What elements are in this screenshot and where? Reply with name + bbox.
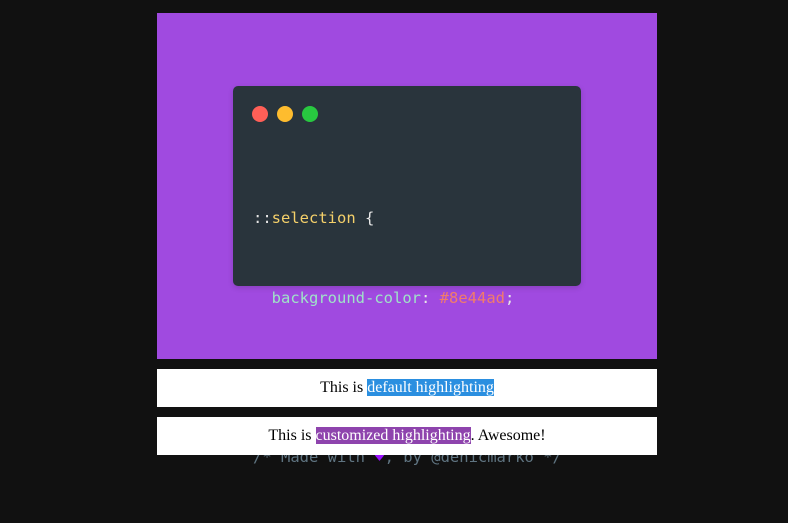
css-property: background-color xyxy=(271,288,421,307)
code-window: ::selection { background-color: #8e44ad;… xyxy=(233,86,581,467)
demo-suffix: . Awesome! xyxy=(470,427,546,444)
default-highlight-text[interactable]: default highlighting xyxy=(367,379,494,396)
semicolon: ; xyxy=(504,288,515,307)
close-dot-icon xyxy=(252,106,268,122)
demo-prefix: This is xyxy=(268,427,316,444)
code-line-1: ::selection { xyxy=(253,205,562,232)
default-highlight-demo: This is default highlighting xyxy=(157,369,657,407)
open-brace: { xyxy=(355,209,375,227)
code-snippet: ::selection { background-color: #8e44ad;… xyxy=(253,152,562,523)
custom-highlight-demo: This is customized highlighting. Awesome… xyxy=(157,417,657,455)
pseudo-prefix: :: xyxy=(253,209,272,227)
code-line-2: background-color: #8e44ad; xyxy=(253,285,562,312)
maximize-dot-icon xyxy=(302,106,318,122)
custom-highlight-text[interactable]: customized highlighting xyxy=(315,427,471,444)
selector-name: selection xyxy=(271,209,356,227)
promo-image: ::selection { background-color: #8e44ad;… xyxy=(157,13,657,467)
css-value: #8e44ad xyxy=(439,288,505,307)
colon: : xyxy=(420,288,440,307)
demo-prefix: This is xyxy=(320,379,368,396)
minimize-dot-icon xyxy=(277,106,293,122)
